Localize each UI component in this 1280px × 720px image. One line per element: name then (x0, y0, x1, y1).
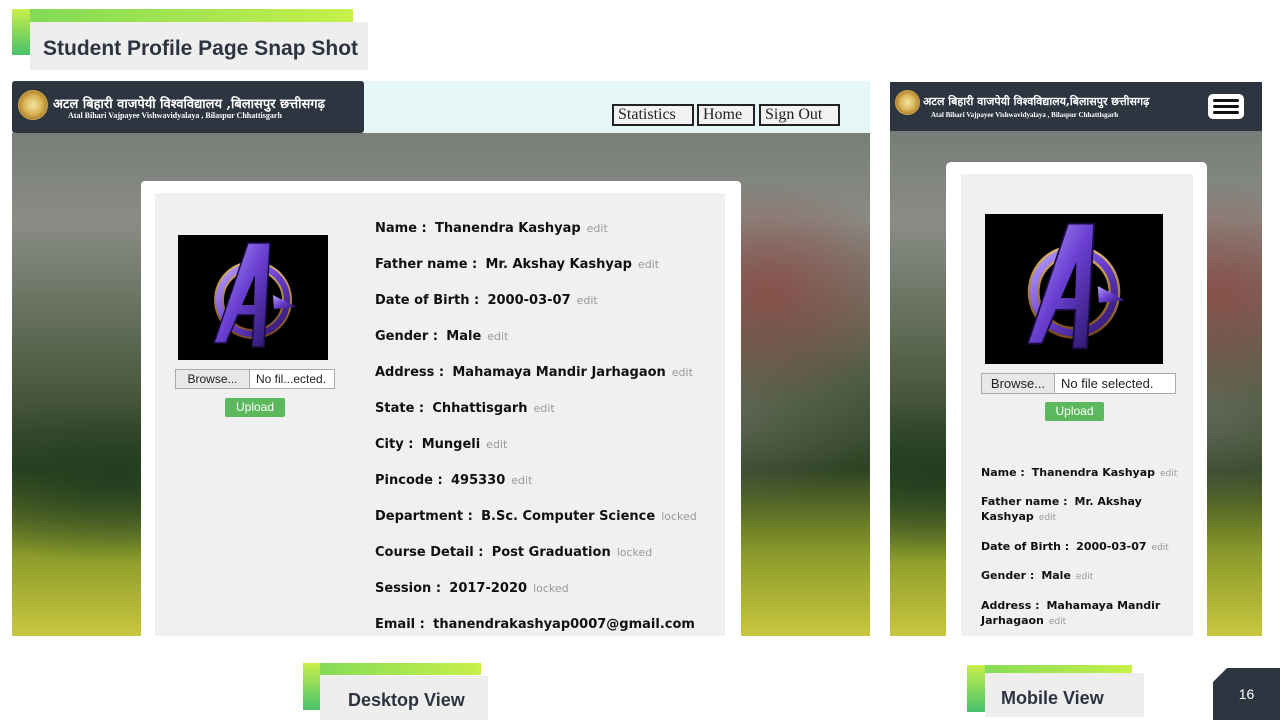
profile-card: Browse... No file selected. Upload Name … (946, 162, 1207, 636)
edit-link[interactable]: edit (1076, 572, 1093, 582)
browse-button[interactable]: Browse... (982, 374, 1055, 393)
field-department: Department : B.Sc. Computer Science locke… (375, 509, 697, 524)
statistics-button[interactable]: Statistics (612, 104, 694, 126)
edit-link[interactable]: edit (1152, 543, 1169, 553)
field-gender: Gender : Male edit (375, 329, 509, 344)
field-name: Name : Thanendra Kashyap edit (375, 221, 608, 236)
avengers-logo-icon (1026, 222, 1126, 350)
desktop-label-accent-bar (303, 663, 481, 675)
page-number: 16 (1213, 668, 1280, 720)
avengers-logo-icon (212, 242, 296, 348)
mobile-header: अटल बिहारी वाजपेयी विश्वविद्यालय,बिलासपु… (890, 82, 1262, 131)
mobile-label-accent-side (967, 665, 985, 712)
title-accent-bar (12, 9, 353, 22)
desktop-label-accent-side (303, 663, 320, 710)
field-state: State : Chhattisgarh edit (375, 401, 555, 416)
field-address: Address : Mahamaya Mandir Jarhagaon edit (981, 599, 1161, 627)
field-name: Name : Thanendra Kashyap edit (981, 466, 1178, 479)
field-gender: Gender : Male edit (981, 569, 1094, 582)
university-emblem-icon (895, 90, 920, 115)
locked-label: locked (661, 510, 697, 523)
field-course-detail: Course Detail : Post Graduation locked (375, 545, 653, 560)
upload-button[interactable]: Upload (225, 398, 285, 417)
title-accent-side (12, 9, 30, 55)
edit-link[interactable]: edit (511, 474, 532, 487)
mobile-screenshot: अटल बिहारी वाजपेयी विश्वविद्यालय,बिलासपु… (890, 82, 1262, 636)
hamburger-menu-icon[interactable] (1208, 94, 1244, 119)
edit-link[interactable]: edit (487, 330, 508, 343)
field-father-name: Father name : Mr. Akshay Kashyap edit (375, 257, 660, 272)
edit-link[interactable]: edit (577, 294, 598, 307)
locked-label: locked (616, 546, 653, 559)
desktop-screenshot: अटल बिहारी वाजपेयी विश्वविद्यालय ,बिलासप… (12, 81, 870, 636)
photo-file-input[interactable]: Browse... No file selected. (981, 373, 1176, 394)
field-date-of-birth: Date of Birth : 2000-03-07 edit (375, 293, 598, 308)
slide: Student Profile Page Snap Shot अटल बिहार… (0, 0, 1280, 720)
edit-link[interactable]: edit (638, 258, 659, 271)
profile-photo (178, 235, 328, 360)
profile-card-inner: Browse... No file selected. Upload Name … (961, 174, 1193, 636)
edit-link[interactable]: edit (486, 438, 507, 451)
edit-link[interactable]: edit (534, 402, 555, 415)
profile-card: Browse... No fil...ected. Upload Name : … (141, 181, 741, 636)
field-email: Email : thanendrakashyap0007@gmail.com (375, 617, 695, 632)
university-emblem-icon (18, 90, 48, 120)
sign-out-button[interactable]: Sign Out (759, 104, 840, 126)
field-pincode: Pincode : 495330 edit (375, 473, 533, 488)
field-session: Session : 2017-2020 locked (375, 581, 569, 596)
upload-button[interactable]: Upload (1045, 402, 1104, 421)
edit-link[interactable]: edit (1049, 617, 1066, 627)
desktop-view-label: Desktop View (320, 676, 488, 720)
home-button[interactable]: Home (697, 104, 755, 126)
desktop-header: अटल बिहारी वाजपेयी विश्वविद्यालय ,बिलासप… (12, 81, 870, 133)
field-city: City : Mungeli edit (375, 437, 508, 452)
locked-label: locked (533, 582, 569, 595)
file-name-text: No fil...ected. (256, 372, 327, 386)
slide-title: Student Profile Page Snap Shot (30, 22, 368, 70)
university-logo-banner[interactable]: अटल बिहारी वाजपेयी विश्वविद्यालय ,बिलासप… (12, 81, 364, 133)
edit-link[interactable]: edit (672, 366, 693, 379)
profile-photo (985, 214, 1163, 364)
browse-button[interactable]: Browse... (176, 370, 250, 388)
profile-card-inner: Browse... No fil...ected. Upload Name : … (155, 193, 725, 636)
edit-link[interactable]: edit (1039, 513, 1056, 523)
university-name-english: Atal Bihari Vajpayee Vishwavidyalaya , B… (68, 111, 282, 120)
field-date-of-birth: Date of Birth : 2000-03-07 edit (981, 540, 1169, 553)
field-address: Address : Mahamaya Mandir Jarhagaon edit (375, 365, 693, 380)
field-father-name: Father name : Mr. Akshay Kashyap edit (981, 495, 1142, 523)
file-name-text: No file selected. (1061, 376, 1154, 391)
university-name-hindi: अटल बिहारी वाजपेयी विश्वविद्यालय ,बिलासप… (53, 97, 325, 112)
university-name-english: Atal Bihari Vajpayee Vishwavidyalaya , B… (931, 111, 1119, 119)
university-name-hindi: अटल बिहारी वाजपेयी विश्वविद्यालय,बिलासपु… (923, 95, 1150, 108)
photo-file-input[interactable]: Browse... No fil...ected. (175, 369, 335, 389)
edit-link[interactable]: edit (1160, 469, 1177, 479)
mobile-view-label: Mobile View (985, 673, 1144, 717)
edit-link[interactable]: edit (587, 222, 608, 235)
